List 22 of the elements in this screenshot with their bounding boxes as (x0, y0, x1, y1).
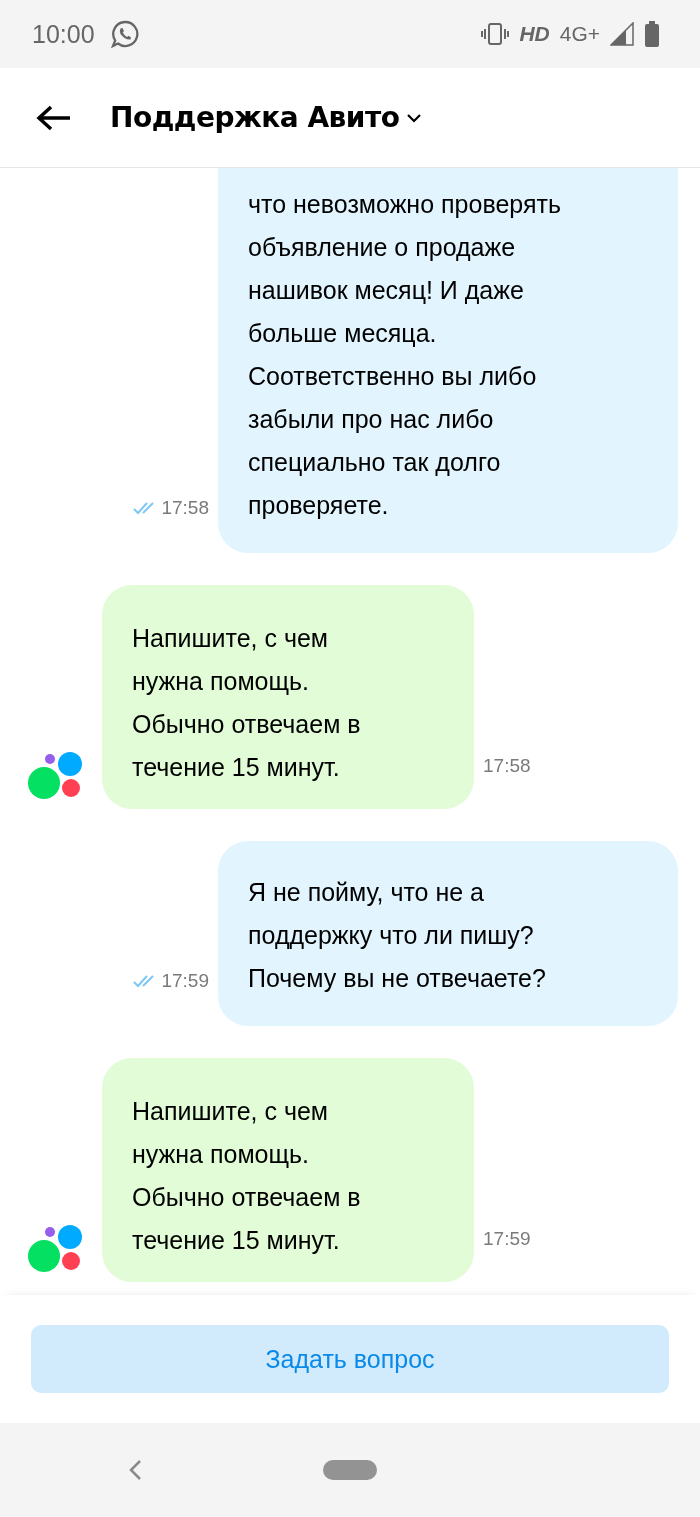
avito-logo-icon (28, 751, 82, 799)
message-time: 17:59 (133, 970, 209, 992)
message-time: 17:58 (133, 497, 209, 519)
message-time: 17:58 (483, 755, 531, 777)
chevron-down-icon[interactable] (407, 112, 422, 123)
vibrate-icon (481, 23, 510, 45)
message-bubble: Я не пойму, что не а поддержку что ли пишу? Почему вы не отвечаете? (218, 841, 678, 1026)
message-bubble: Напишите, с чем нужна помощь. Обычно отвечаем в течение 15 минут. (102, 585, 474, 809)
message-bubble: Напишите, с чем нужна помощь. Обычно отвечаем в течение 15 минут. (102, 1058, 474, 1282)
hd-indicator: HD (519, 22, 550, 46)
message-bubble: что невозможно проверять объявление о продаже нашивок месяц! И даже больше месяца. Соответственно вы либо забыли про нас либо специально так долго проверяете. (218, 168, 678, 553)
home-pill[interactable] (323, 1460, 377, 1480)
battery-icon (644, 21, 660, 47)
chat-bubble-phone-icon (110, 20, 139, 48)
message-time: 17:59 (483, 1228, 531, 1250)
signal-icon (610, 22, 634, 46)
avito-logo-icon (28, 1224, 82, 1272)
status-time: 10:00 (32, 19, 95, 49)
chat-title[interactable]: Поддержка Авито (110, 101, 400, 134)
back-arrow-icon[interactable] (36, 103, 72, 132)
nav-back-icon[interactable] (128, 1459, 142, 1481)
network-type: 4G+ (559, 22, 600, 46)
